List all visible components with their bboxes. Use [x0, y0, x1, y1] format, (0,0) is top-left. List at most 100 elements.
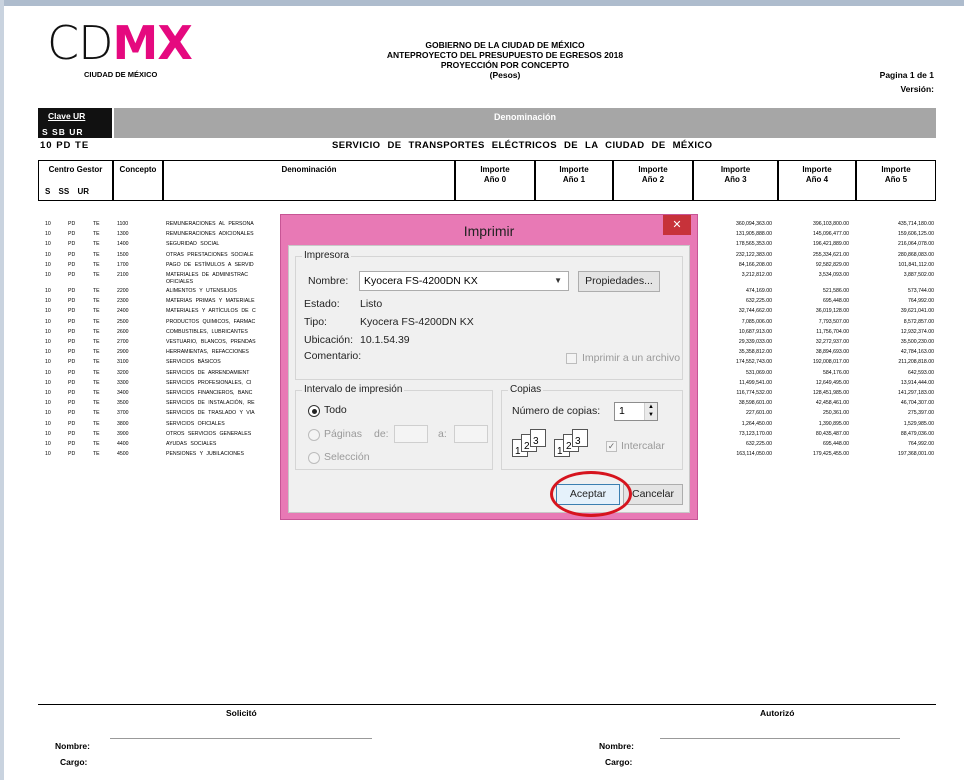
cell-concepto: 2100: [117, 272, 129, 278]
cell-ur: TE: [93, 369, 100, 376]
cell-den: PRODUCTOS QUIMICOS, FARMAC: [166, 318, 256, 325]
cell-den: PENSIONES Y JUBILACIONES: [166, 451, 244, 458]
cell-a5: 46,704,307.00: [900, 400, 934, 407]
cell-a4: 11,756,704.00: [816, 328, 849, 335]
cell-concepto: 2300: [117, 298, 129, 305]
col-concepto-label: Concepto: [119, 165, 157, 174]
range-from-input[interactable]: [394, 425, 428, 443]
range-to-input[interactable]: [454, 425, 488, 443]
cdmx-logo: CDMX CIUDAD DE MÉXICO: [47, 20, 193, 79]
cell-concepto: 1500: [117, 251, 129, 258]
cell-a4: 32,272,937.00: [815, 339, 849, 345]
cell-concepto: 3200: [117, 369, 129, 376]
cell-s: 10: [45, 221, 51, 227]
cell-a4: 80,435,487.00: [815, 430, 849, 437]
cell-a5: 197,368,001.00: [897, 451, 934, 458]
printer-name-label: Nombre:: [308, 275, 349, 287]
comment-label: Comentario:: [304, 350, 362, 362]
version-label: Versión:: [900, 84, 934, 94]
close-button[interactable]: ✕: [663, 215, 691, 235]
printer-group: Impresora Nombre: Kyocera FS-4200DN KX ▼…: [295, 250, 683, 380]
num-copies-stepper[interactable]: 1 ▲ ▼: [614, 402, 658, 421]
range-all-radio[interactable]: [308, 405, 320, 417]
range-selection-radio[interactable]: [308, 452, 320, 464]
cell-den: SERVICIOS DE ARRENDAMIENT: [166, 369, 250, 376]
cell-den: SERVICIOS PROFESIONALES, CI: [166, 379, 252, 386]
cell-ss: PD: [68, 441, 76, 447]
header-line-4: (Pesos): [489, 70, 521, 80]
col-anio-2: Importe Año 2: [613, 160, 693, 201]
cell-concepto: 3700: [117, 410, 129, 417]
cell-s: 10: [45, 318, 51, 325]
cell-a3: 29,339,033.00: [738, 339, 772, 345]
print-range-label: Intervalo de impresión: [302, 384, 405, 395]
cell-a3: 360,094,363.00: [735, 221, 772, 227]
col-anio-0: Importe Año 0: [455, 160, 535, 201]
cell-a3: 1,264,450.00: [741, 420, 772, 427]
cell-a5: 42,784,163.00: [900, 349, 934, 356]
cell-den: SERVICIOS OFICIALES: [166, 420, 225, 427]
cell-a4: 38,894,693.00: [815, 349, 849, 356]
cell-a4: 128,451,985.00: [812, 390, 849, 396]
logo-text-mx: MX: [112, 16, 193, 70]
cell-a3: 73,123,170.00: [738, 430, 772, 437]
cell-ur: TE: [93, 400, 100, 407]
cell-a5: 216,064,078.00: [897, 241, 934, 248]
col-anio-5: Importe Año 5: [856, 160, 936, 201]
printer-group-label: Impresora: [302, 250, 352, 261]
cell-ss: PD: [68, 298, 76, 305]
collate-checkbox[interactable]: ✓: [606, 441, 617, 452]
cell-s: 10: [45, 272, 51, 278]
cell-s: 10: [45, 339, 51, 345]
cell-a5: 8,572,857.00: [903, 318, 934, 325]
cell-a5: 211,208,818.00: [898, 359, 934, 366]
location-label: Ubicación:: [304, 334, 354, 346]
cell-concepto: 4500: [117, 451, 129, 458]
cell-den: SERVICIOS DE TRASLADO Y VIA: [166, 410, 255, 417]
logo-subtitle: CIUDAD DE MÉXICO: [84, 70, 158, 79]
cell-ur: TE: [93, 430, 100, 437]
cell-ss: PD: [68, 451, 76, 458]
cell-s: 10: [45, 410, 51, 417]
cell-den: COMBUSTIBLES, LUBRICANTES: [166, 328, 248, 335]
signature-divider: [38, 704, 936, 705]
cell-a4: 7,793,507.00: [818, 318, 849, 325]
cell-s: 10: [45, 231, 51, 238]
cell-ur: TE: [93, 251, 100, 258]
cell-ss: PD: [68, 272, 76, 278]
cell-s: 10: [45, 451, 51, 458]
header-line-3: PROYECCIÓN POR CONCEPTO: [440, 60, 570, 70]
cell-s: 10: [45, 430, 51, 437]
cell-ss: PD: [68, 420, 76, 427]
cell-a5: 573,744.00: [908, 288, 934, 294]
cell-concepto: 2900: [117, 349, 129, 356]
cell-concepto: 1400: [117, 241, 129, 248]
cell-a4: 584,176.00: [823, 369, 849, 376]
num-copies-value: 1: [619, 405, 625, 417]
cell-ss: PD: [68, 379, 76, 386]
stepper-arrows-icon[interactable]: ▲ ▼: [644, 403, 657, 420]
print-to-file-checkbox[interactable]: [566, 353, 577, 364]
range-pages-radio[interactable]: [308, 429, 320, 441]
cell-a4: 695,448.00: [823, 441, 849, 447]
cell-s: 10: [45, 308, 51, 315]
cell-ur: TE: [93, 272, 100, 278]
cell-concepto: 3400: [117, 390, 129, 396]
cell-den: MATERIALES DE ADMINISTRAC OFICIALES: [166, 272, 249, 285]
status-label: Estado:: [304, 298, 340, 310]
col-anio-3: Importe Año 3: [693, 160, 778, 201]
window-top-border: [0, 0, 964, 6]
cell-concepto: 2400: [117, 308, 129, 315]
cell-s: 10: [45, 390, 51, 396]
cancel-button[interactable]: Cancelar: [623, 484, 683, 505]
cell-a3: 11,499,541.00: [739, 379, 772, 386]
cell-a3: 531,069.00: [746, 369, 772, 376]
properties-button[interactable]: Propiedades...: [578, 271, 660, 292]
cell-ur: TE: [93, 359, 100, 366]
cell-ur: TE: [93, 451, 100, 458]
cell-den: OTRAS PRESTACIONES SOCIALE: [166, 251, 254, 258]
solicito-title: Solicitó: [226, 708, 257, 718]
printer-select[interactable]: Kyocera FS-4200DN KX ▼: [359, 271, 569, 291]
col-centro-gestor-sub: S SS UR: [45, 187, 90, 196]
solicito-nombre-field: [110, 738, 372, 739]
